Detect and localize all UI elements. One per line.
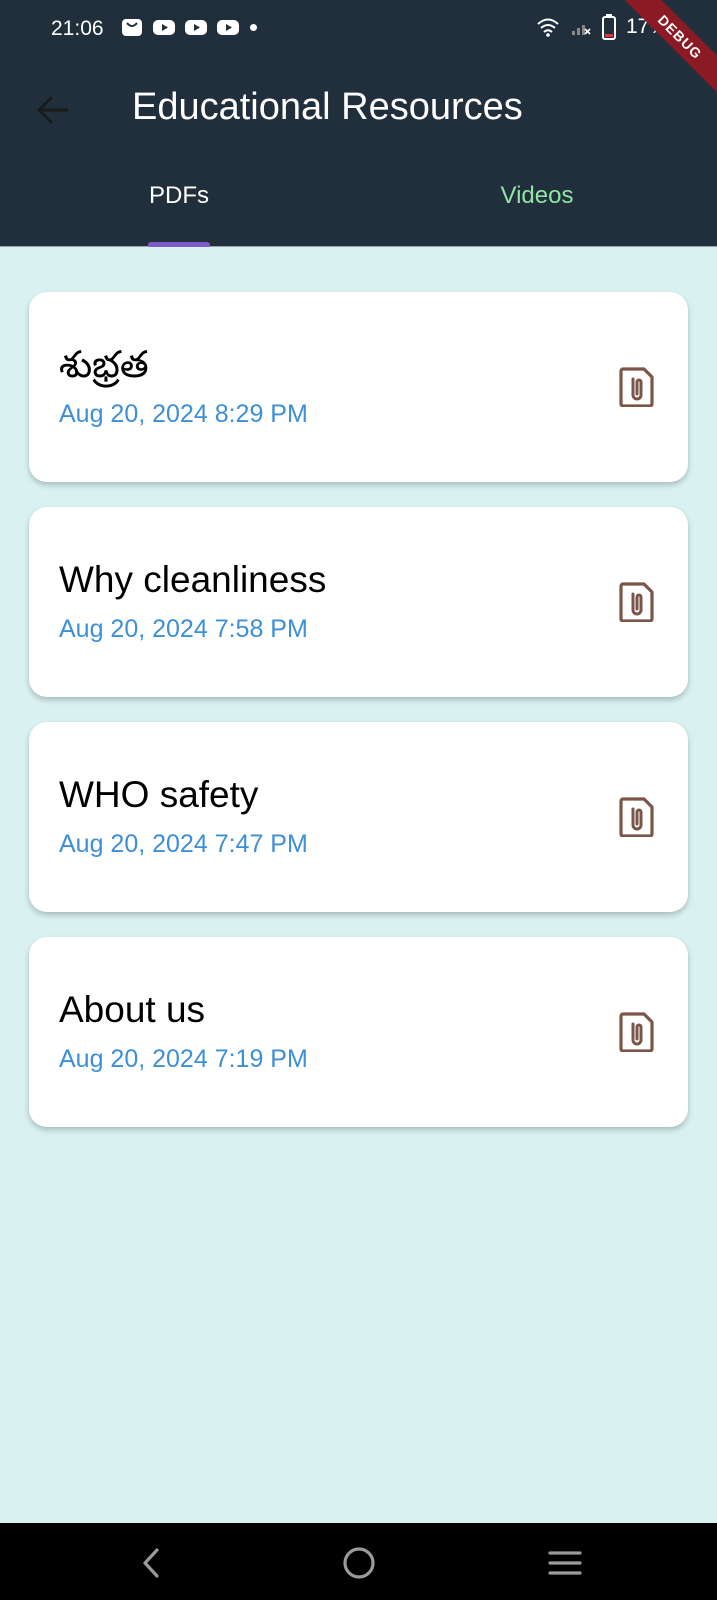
document-card[interactable]: WHO safety Aug 20, 2024 7:47 PM [29,722,688,912]
status-time: 21:06 [51,17,104,40]
document-title: శుభ్రత [59,344,149,385]
document-card[interactable]: శుభ్రత Aug 20, 2024 8:29 PM [29,292,688,482]
document-title: About us [59,989,206,1030]
signal-icon [572,25,591,35]
youtube-icon [217,20,239,35]
menu-icon [548,1551,582,1575]
page-title: Educational Resources [132,86,523,128]
notification-icons [120,17,257,37]
arrow-back-icon [37,96,69,124]
more-notifications-dot [250,23,257,31]
tab-indicator [148,242,210,247]
wifi-icon [537,18,559,37]
tab-bar: PDFs Videos [0,170,717,247]
document-date: Aug 20, 2024 7:58 PM [59,615,308,643]
app-bar: 21:06 17% DEBUG Educational Resources PD… [0,0,717,247]
youtube-icon [153,20,175,35]
back-button[interactable] [30,88,74,132]
pdf-file-icon[interactable] [619,367,655,407]
nav-back-button[interactable] [129,1541,173,1585]
battery-icon [602,14,616,40]
youtube-icon [185,20,207,35]
pdf-file-icon[interactable] [619,797,655,837]
document-title: WHO safety [59,774,259,815]
shopping-bag-icon [122,19,142,36]
document-date: Aug 20, 2024 7:19 PM [59,1045,308,1073]
document-card[interactable]: About us Aug 20, 2024 7:19 PM [29,937,688,1127]
document-date: Aug 20, 2024 8:29 PM [59,400,308,428]
nav-home-icon [343,1547,375,1579]
system-navigation-bar [0,1523,717,1600]
document-date: Aug 20, 2024 7:47 PM [59,830,308,858]
pdf-file-icon[interactable] [619,1012,655,1052]
tab-pdfs[interactable]: PDFs [0,182,358,210]
nav-recents-button[interactable] [543,1541,587,1585]
nav-home-button[interactable] [337,1541,381,1585]
tab-videos[interactable]: Videos [358,182,716,210]
document-title: Why cleanliness [59,559,327,600]
status-bar: 21:06 17% [0,0,717,60]
pdf-file-icon[interactable] [619,582,655,622]
document-card[interactable]: Why cleanliness Aug 20, 2024 7:58 PM [29,507,688,697]
nav-back-icon [143,1548,159,1578]
